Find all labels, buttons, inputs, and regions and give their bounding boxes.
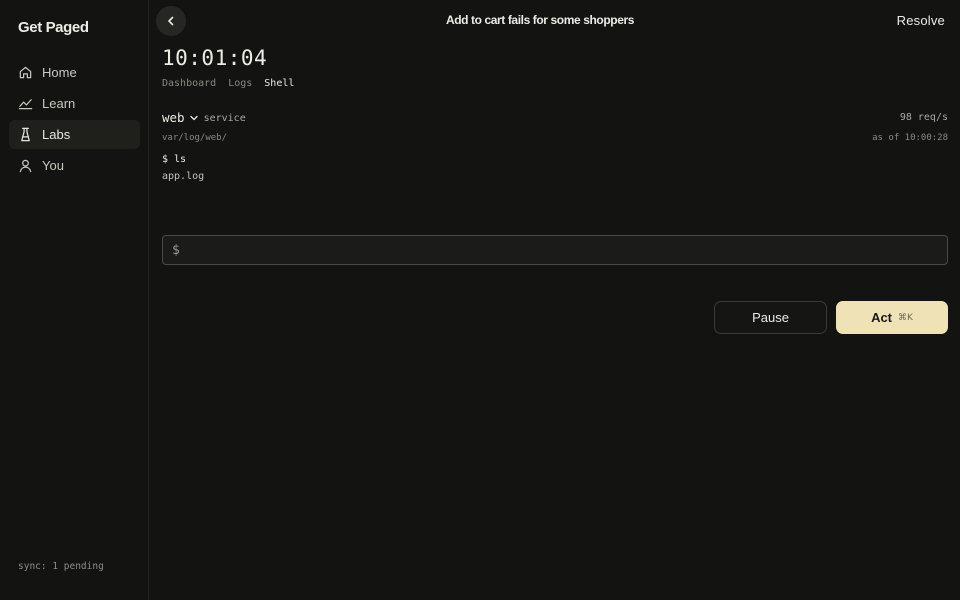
as-of-timestamp: as of 10:00:28: [872, 133, 948, 143]
sidebar: Get Paged Home Learn Labs You sync: 1 pe…: [0, 0, 149, 600]
sidebar-item-you[interactable]: You: [9, 151, 140, 180]
service-type: service: [203, 113, 246, 124]
sidebar-item-label: You: [42, 158, 64, 173]
keyboard-shortcut: ⌘K: [898, 312, 913, 323]
current-path: var/log/web/: [162, 133, 228, 143]
shell-prompt: $: [172, 242, 180, 258]
shell-input-box[interactable]: $: [162, 235, 948, 265]
sync-status: sync: 1 pending: [18, 561, 104, 572]
resolve-button[interactable]: Resolve: [897, 13, 945, 28]
tab-logs[interactable]: Logs: [228, 78, 252, 89]
sidebar-item-label: Learn: [42, 96, 76, 111]
tab-shell[interactable]: Shell: [264, 78, 294, 89]
pause-button[interactable]: Pause: [714, 301, 827, 334]
shell-input[interactable]: [185, 235, 947, 265]
request-rate: 98 req/s: [899, 112, 948, 123]
flask-icon: [21, 127, 30, 142]
tab-dashboard[interactable]: Dashboard: [162, 78, 216, 89]
sidebar-item-label: Home: [42, 65, 77, 80]
incident-title: Add to cart fails for some shoppers: [445, 13, 635, 27]
sidebar-item-learn[interactable]: Learn: [9, 89, 140, 118]
view-tabs: Dashboard Logs Shell: [162, 78, 306, 89]
terminal-output: app.log: [162, 171, 205, 182]
back-button[interactable]: [156, 6, 186, 36]
sidebar-item-label: Labs: [42, 127, 71, 142]
act-button[interactable]: Act ⌘K: [836, 301, 948, 334]
chevron-left-icon: [168, 16, 174, 26]
terminal-command: $ ls: [162, 154, 187, 165]
service-selector[interactable]: web service: [162, 110, 246, 125]
incident-clock: 10:01:04: [162, 46, 268, 70]
act-button-label: Act: [871, 310, 893, 325]
sidebar-nav: Home Learn Labs You: [9, 58, 140, 182]
app-logo[interactable]: Get Paged: [18, 19, 89, 36]
sidebar-item-home[interactable]: Home: [9, 58, 140, 87]
sidebar-item-labs[interactable]: Labs: [9, 120, 140, 149]
home-icon: [19, 66, 32, 79]
user-icon: [19, 159, 32, 173]
chevron-down-icon: [189, 115, 198, 120]
service-name: web: [162, 110, 185, 125]
trend-chart-icon: [18, 99, 33, 110]
